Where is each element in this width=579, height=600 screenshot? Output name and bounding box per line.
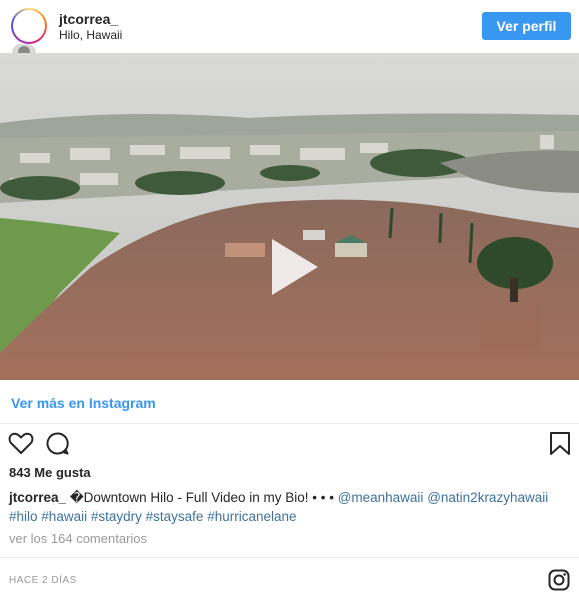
- hashtag-link[interactable]: #hurricanelane: [207, 509, 296, 524]
- post-footer: HACE 2 DÍAS: [0, 557, 579, 600]
- bookmark-icon[interactable]: [549, 431, 571, 456]
- action-bar: [0, 425, 579, 461]
- mention-link[interactable]: @meanhawaii: [338, 490, 424, 505]
- mention-link[interactable]: @natin2krazyhawaii: [427, 490, 548, 505]
- hashtag-link[interactable]: #hawaii: [41, 509, 87, 524]
- more-on-instagram-row: Ver más en Instagram: [0, 380, 579, 424]
- instagram-icon[interactable]: [548, 569, 570, 591]
- post-caption: jtcorrea_ �Downtown Hilo - Full Video in…: [9, 488, 571, 526]
- heart-icon[interactable]: [8, 431, 34, 455]
- post-header: jtcorrea_ Hilo, Hawaii Ver perfil: [0, 0, 579, 53]
- location[interactable]: Hilo, Hawaii: [59, 28, 122, 42]
- avatar-photo-peek: [12, 44, 36, 53]
- avatar-image: [13, 10, 45, 42]
- view-more-link[interactable]: Ver más en Instagram: [11, 395, 156, 411]
- post-timestamp: HACE 2 DÍAS: [9, 575, 77, 586]
- avatar[interactable]: [11, 8, 47, 44]
- hashtag-link[interactable]: #staydry: [91, 509, 142, 524]
- play-icon[interactable]: [266, 236, 322, 298]
- hashtag-link[interactable]: #hilo: [9, 509, 38, 524]
- hashtag-link[interactable]: #staysafe: [146, 509, 204, 524]
- caption-username[interactable]: jtcorrea_: [9, 490, 66, 505]
- video-thumbnail: [0, 53, 579, 380]
- likes-count[interactable]: 843 Me gusta: [9, 465, 91, 480]
- caption-text: �Downtown Hilo - Full Video in my Bio! •…: [69, 490, 338, 505]
- view-profile-button[interactable]: Ver perfil: [482, 12, 571, 40]
- comment-icon[interactable]: [45, 431, 70, 456]
- username[interactable]: jtcorrea_: [59, 11, 118, 27]
- video-media[interactable]: [0, 53, 579, 380]
- view-comments-link[interactable]: ver los 164 comentarios: [9, 531, 147, 546]
